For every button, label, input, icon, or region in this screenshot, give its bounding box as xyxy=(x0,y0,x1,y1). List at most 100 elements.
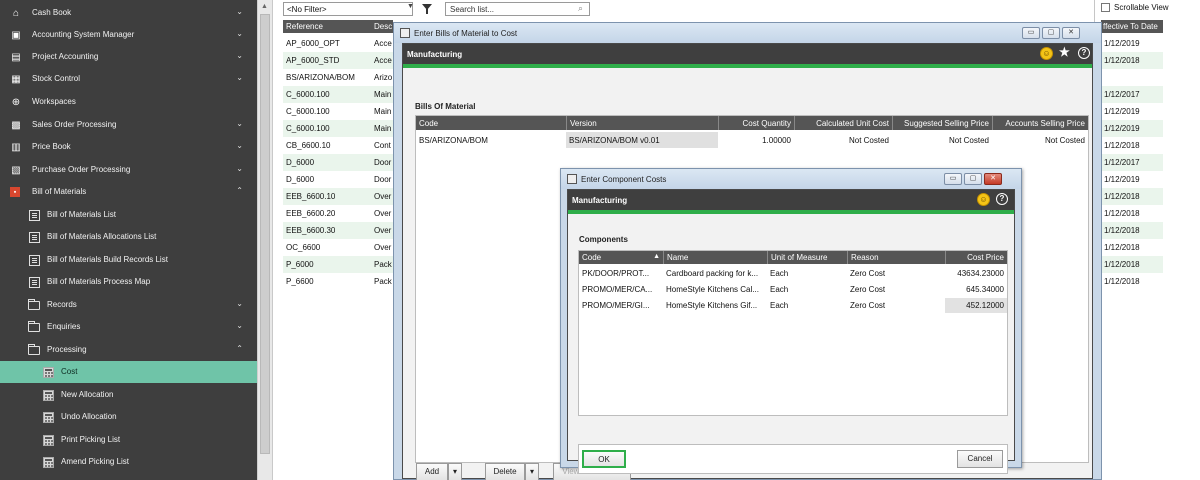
list-row-ref[interactable]: EEB_6600.30 xyxy=(283,222,371,239)
nav-processing-new-allocation[interactable]: New Allocation xyxy=(0,384,257,406)
table-cell-cost-quantity[interactable]: 1.00000 xyxy=(718,132,794,148)
nav-processing-undo-allocation[interactable]: Undo Allocation xyxy=(0,406,257,428)
column-header-code[interactable]: Code ▲ xyxy=(579,251,663,264)
nav-workspaces[interactable]: ⊕ Workspaces xyxy=(0,91,257,113)
nav-price-book[interactable]: ▥ Price Book ⌄ xyxy=(0,136,257,158)
table-cell-code[interactable]: PROMO/MER/CA... xyxy=(579,282,663,297)
help-icon[interactable]: ? xyxy=(1078,47,1090,59)
column-header-description[interactable]: Desc xyxy=(371,20,393,33)
nav-purchase-order-processing[interactable]: ▧ Purchase Order Processing ⌄ xyxy=(0,159,257,181)
table-cell-reason[interactable]: Zero Cost xyxy=(847,266,945,281)
nav-bom-process-map[interactable]: Bill of Materials Process Map xyxy=(0,271,257,293)
table-cell-version[interactable]: BS/ARIZONA/BOM v0.01 xyxy=(566,132,718,148)
scroll-up-arrow-icon[interactable]: ▲ xyxy=(261,3,268,10)
table-cell-name[interactable]: Cardboard packing for k... xyxy=(663,266,767,281)
help-icon[interactable]: ? xyxy=(996,193,1008,205)
list-row-ref[interactable]: D_6000 xyxy=(283,154,371,171)
list-row-desc[interactable]: Over xyxy=(374,239,393,256)
column-header-calculated-unit-cost[interactable]: Calculated Unit Cost xyxy=(794,116,892,130)
table-cell-name[interactable]: HomeStyle Kitchens Cal... xyxy=(663,282,767,297)
nav-sales-order-processing[interactable]: ▩ Sales Order Processing ⌄ xyxy=(0,114,257,136)
table-cell-reason[interactable]: Zero Cost xyxy=(847,282,945,297)
table-cell-code[interactable]: PROMO/MER/GI... xyxy=(579,298,663,313)
column-header-reference[interactable]: Reference xyxy=(283,20,371,33)
list-row-desc[interactable]: Door xyxy=(371,154,393,171)
list-row-desc[interactable]: Acce xyxy=(371,52,393,69)
table-cell-uom[interactable]: Each xyxy=(767,282,847,297)
add-button[interactable]: Add xyxy=(416,463,448,480)
column-header-effective-to-date[interactable]: ffective To Date xyxy=(1101,20,1163,33)
nav-project-accounting[interactable]: ▤ Project Accounting ⌄ xyxy=(0,46,257,68)
column-header-cost-price[interactable]: Cost Price xyxy=(945,251,1007,264)
table-cell-cost-price[interactable]: 43634.23000 xyxy=(945,266,1007,281)
nav-bom-list[interactable]: Bill of Materials List xyxy=(0,204,257,226)
nav-bill-of-materials[interactable]: ▪ Bill of Materials ⌃ xyxy=(0,181,257,203)
list-row-desc[interactable]: Cont xyxy=(374,137,393,154)
smiley-icon[interactable]: ☺ xyxy=(977,193,990,206)
list-row-desc[interactable]: Over xyxy=(371,188,393,205)
star-icon[interactable]: ★ xyxy=(1059,45,1070,59)
list-row-desc[interactable]: Main xyxy=(371,86,393,103)
delete-split-dropdown[interactable]: ▾ xyxy=(525,463,539,480)
list-row-ref[interactable]: C_6000.100 xyxy=(283,120,371,137)
list-row-ref[interactable]: OC_6600 xyxy=(283,239,371,256)
column-header-reason[interactable]: Reason xyxy=(847,251,945,264)
sidebar-scrollbar-thumb[interactable] xyxy=(260,14,270,454)
table-cell-accounts-selling-price[interactable]: Not Costed xyxy=(992,132,1088,148)
column-header-cost-quantity[interactable]: Cost Quantity xyxy=(718,116,794,130)
list-row-ref[interactable]: AP_6000_OPT xyxy=(283,35,371,52)
list-row-ref[interactable]: P_6000 xyxy=(283,256,371,273)
delete-button[interactable]: Delete xyxy=(485,463,525,480)
sort-ascending-icon[interactable]: ▲ xyxy=(653,253,660,260)
filter-select[interactable]: <No Filter> xyxy=(283,2,413,16)
smiley-icon[interactable]: ☺ xyxy=(1040,47,1053,60)
search-input[interactable]: Search list... xyxy=(445,2,590,16)
sidebar-scrollbar[interactable]: ▲ xyxy=(257,0,272,480)
nav-stock-control[interactable]: ▦ Stock Control ⌄ xyxy=(0,68,257,90)
table-cell-name[interactable]: HomeStyle Kitchens Gif... xyxy=(663,298,767,313)
search-icon[interactable]: ⌕ xyxy=(578,3,583,14)
list-row-ref[interactable]: CB_6600.10 xyxy=(283,137,371,154)
table-cell-reason[interactable]: Zero Cost xyxy=(847,298,945,313)
bom-dialog-titlebar[interactable]: Enter Bills of Material to Cost ▭ ▢ ✕ xyxy=(394,23,1101,43)
column-header-version[interactable]: Version xyxy=(566,116,718,130)
nav-bom-allocations-list[interactable]: Bill of Materials Allocations List xyxy=(0,226,257,248)
scrollable-view-toggle[interactable]: Scrollable View xyxy=(1101,3,1169,12)
table-cell-uom[interactable]: Each xyxy=(767,298,847,313)
list-row-desc[interactable]: Pack xyxy=(371,256,393,273)
table-cell-cost-price[interactable]: 452.12000 xyxy=(945,298,1007,313)
list-row-desc[interactable]: Pack xyxy=(374,273,393,290)
column-header-suggested-selling-price[interactable]: Suggested Selling Price xyxy=(892,116,992,130)
close-button[interactable]: ✕ xyxy=(1062,27,1080,39)
component-dialog-titlebar[interactable]: Enter Component Costs ▭ ▢ ✕ xyxy=(561,169,1021,189)
nav-processing-print-picking-list[interactable]: Print Picking List xyxy=(0,429,257,451)
list-row-desc[interactable]: Over xyxy=(374,205,393,222)
minimize-button[interactable]: ▭ xyxy=(1022,27,1040,39)
list-row-desc[interactable]: Arizo xyxy=(374,69,393,86)
list-row-ref[interactable]: C_6000.100 xyxy=(283,86,371,103)
filter-funnel-icon[interactable] xyxy=(421,3,433,15)
list-row-desc[interactable]: Main xyxy=(371,120,393,137)
table-cell-cost-price[interactable]: 645.34000 xyxy=(945,282,1007,297)
add-split-dropdown[interactable]: ▾ xyxy=(448,463,462,480)
table-cell-uom[interactable]: Each xyxy=(767,266,847,281)
scrollable-view-checkbox[interactable] xyxy=(1101,3,1110,12)
list-row-ref[interactable]: C_6000.100 xyxy=(283,103,371,120)
list-row-desc[interactable]: Acce xyxy=(374,35,393,52)
column-header-code[interactable]: Code xyxy=(416,116,566,130)
minimize-button[interactable]: ▭ xyxy=(944,173,962,185)
chevron-down-icon[interactable]: ▼ xyxy=(407,3,417,15)
nav-folder-enquiries[interactable]: Enquiries ⌄ xyxy=(0,316,257,338)
table-cell-code[interactable]: BS/ARIZONA/BOM xyxy=(416,132,566,148)
maximize-button[interactable]: ▢ xyxy=(1042,27,1060,39)
list-row-ref[interactable]: EEB_6600.10 xyxy=(283,188,371,205)
close-button[interactable]: ✕ xyxy=(984,173,1002,185)
table-cell-calculated-unit-cost[interactable]: Not Costed xyxy=(794,132,892,148)
ok-button[interactable]: OK xyxy=(582,450,626,468)
nav-processing-cost[interactable]: Cost xyxy=(0,361,257,383)
list-row-desc[interactable]: Over xyxy=(371,222,393,239)
maximize-button[interactable]: ▢ xyxy=(964,173,982,185)
list-row-ref[interactable]: P_6600 xyxy=(283,273,371,290)
nav-bom-build-records-list[interactable]: Bill of Materials Build Records List xyxy=(0,249,257,271)
table-cell-suggested-selling-price[interactable]: Not Costed xyxy=(892,132,992,148)
